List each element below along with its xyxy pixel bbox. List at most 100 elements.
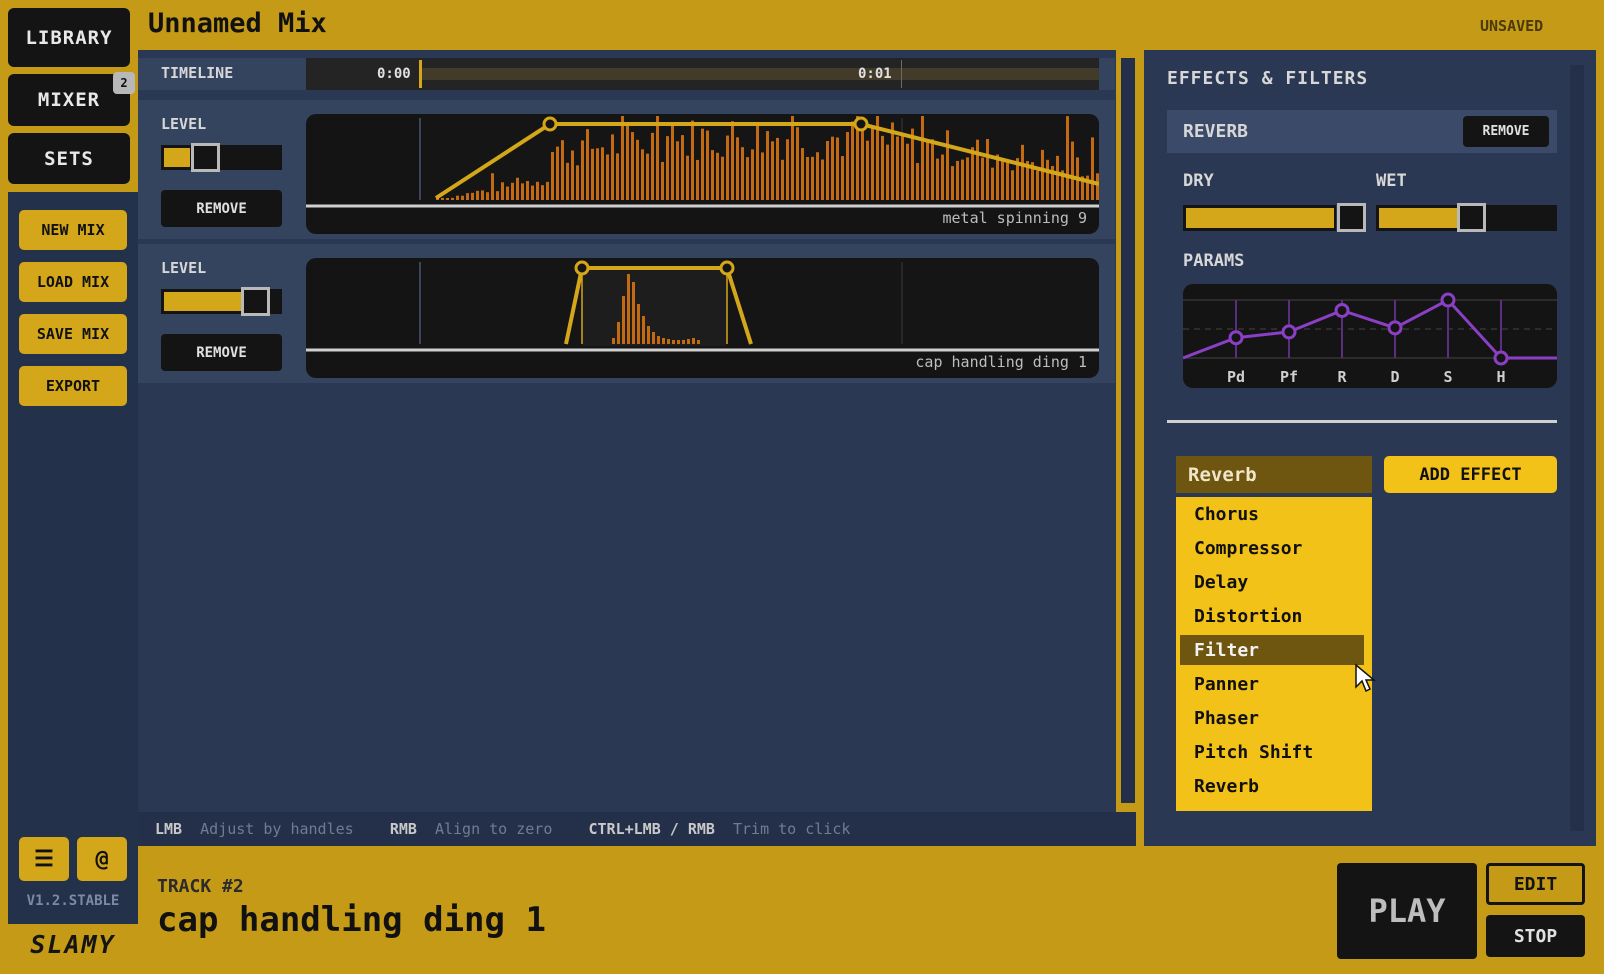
waveform-bar	[581, 140, 584, 200]
waveform-bar	[556, 146, 559, 200]
option-delay[interactable]: Delay	[1180, 567, 1364, 597]
option-compressor[interactable]: Compressor	[1180, 533, 1364, 563]
track-1-level-knob[interactable]	[191, 143, 220, 172]
option-pitch-shift[interactable]: Pitch Shift	[1180, 737, 1364, 767]
new-mix-button[interactable]: NEW MIX	[19, 210, 127, 250]
effects-title: EFFECTS & FILTERS	[1167, 68, 1369, 89]
waveform-bar	[662, 338, 665, 344]
track-2-handle-b	[719, 260, 735, 276]
params-graph[interactable]: Pd Pf R D S H	[1183, 284, 1557, 388]
waveform-bar	[781, 159, 784, 200]
waveform-bar	[926, 139, 929, 200]
wet-label: WET	[1376, 171, 1407, 191]
waveform-bar	[451, 197, 454, 200]
waveform-bar	[796, 127, 799, 200]
export-button[interactable]: EXPORT	[19, 366, 127, 406]
waveform-bar	[1066, 116, 1069, 200]
tracks-scrollbar[interactable]	[1121, 58, 1135, 803]
waveform-bar	[627, 274, 630, 344]
waveform-bar	[531, 185, 534, 200]
waveform-bar	[657, 336, 660, 344]
add-effect-button[interactable]: ADD EFFECT	[1384, 456, 1557, 493]
track-2-waveform[interactable]: cap handling ding 1	[306, 258, 1099, 378]
playhead[interactable]	[419, 60, 422, 88]
waveform-bar	[621, 116, 624, 200]
waveform-bar	[551, 152, 554, 200]
waveform-bar	[496, 191, 499, 200]
sets-button[interactable]: SETS	[8, 133, 130, 184]
waveform-bar	[471, 192, 474, 200]
play-button[interactable]: PLAY	[1337, 863, 1477, 959]
menu-button[interactable]: ☰	[19, 837, 69, 881]
param-label-h: H	[1496, 368, 1505, 386]
waveform-bar	[666, 136, 669, 200]
waveform-bar	[811, 156, 814, 200]
waveform-bar	[741, 147, 744, 200]
waveform-bar	[1041, 149, 1044, 200]
waveform-bar	[901, 132, 904, 200]
track-2-level-fill	[164, 292, 242, 311]
timeline-bar	[420, 68, 1099, 80]
wet-slider[interactable]	[1376, 203, 1557, 232]
waveform-bar	[652, 332, 655, 344]
track-2-remove-button[interactable]: REMOVE	[161, 334, 282, 371]
waveform-bar	[456, 195, 459, 200]
waveform-bar	[916, 163, 919, 200]
waveform-bar	[441, 198, 444, 200]
waveform-bar	[686, 155, 689, 200]
waveform-bar	[981, 157, 984, 200]
effects-scrollbar[interactable]	[1570, 65, 1584, 831]
param-handle-r	[1334, 302, 1350, 318]
waveform-bar	[672, 340, 675, 344]
waveform-bar	[961, 159, 964, 200]
waveform-bar	[921, 116, 924, 200]
option-filter[interactable]: Filter	[1180, 635, 1364, 665]
wet-knob[interactable]	[1457, 203, 1486, 232]
waveform-bar	[481, 190, 484, 200]
dry-knob[interactable]	[1337, 203, 1366, 232]
waveform-bar	[591, 148, 594, 200]
track-1-level-label: LEVEL	[161, 115, 207, 133]
track-2-region	[420, 258, 1099, 346]
waveform-bar	[476, 190, 479, 200]
waveform-bar	[706, 130, 709, 200]
track-1-waveform[interactable]: metal spinning 9	[306, 114, 1099, 234]
edit-button[interactable]: EDIT	[1486, 863, 1585, 905]
option-reverb[interactable]: Reverb	[1180, 771, 1364, 801]
library-button[interactable]: LIBRARY	[8, 8, 130, 67]
dry-slider[interactable]	[1183, 203, 1366, 232]
track-1-level-slider[interactable]	[161, 143, 282, 172]
load-mix-button[interactable]: LOAD MIX	[19, 262, 127, 302]
option-panner[interactable]: Panner	[1180, 669, 1364, 699]
track-1-remove-button[interactable]: REMOVE	[161, 190, 282, 227]
waveform-bar	[611, 134, 614, 200]
waveform-bar	[701, 128, 704, 200]
hint-key-lmb: LMB	[155, 820, 183, 838]
waveform-bar	[896, 136, 899, 200]
waveform-bar	[871, 128, 874, 200]
waveform-bar	[791, 116, 794, 200]
mixer-button[interactable]: MIXER	[8, 74, 130, 126]
waveform-bar	[586, 129, 589, 200]
save-mix-button[interactable]: SAVE MIX	[19, 314, 127, 354]
waveform-bar	[626, 125, 629, 200]
option-phaser[interactable]: Phaser	[1180, 703, 1364, 733]
track-2-level-label: LEVEL	[161, 259, 207, 277]
stop-button[interactable]: STOP	[1486, 915, 1585, 957]
effect-select[interactable]: Reverb	[1176, 456, 1372, 493]
waveform-bar	[661, 161, 664, 200]
waveform-bar	[1046, 159, 1049, 200]
waveform-bar	[726, 135, 729, 200]
waveform-bar	[461, 195, 464, 200]
track-2-level-slider[interactable]	[161, 287, 282, 316]
param-label-d: D	[1390, 368, 1399, 386]
waveform-bar	[786, 139, 789, 200]
option-distortion[interactable]: Distortion	[1180, 601, 1364, 631]
at-button[interactable]: @	[77, 837, 127, 881]
effect-remove-button[interactable]: REMOVE	[1463, 116, 1549, 147]
track-2-level-knob[interactable]	[241, 287, 270, 316]
waveform-bar	[606, 154, 609, 200]
option-chorus[interactable]: Chorus	[1180, 499, 1364, 529]
waveform-bar	[806, 156, 809, 200]
waveform-bar	[736, 137, 739, 200]
